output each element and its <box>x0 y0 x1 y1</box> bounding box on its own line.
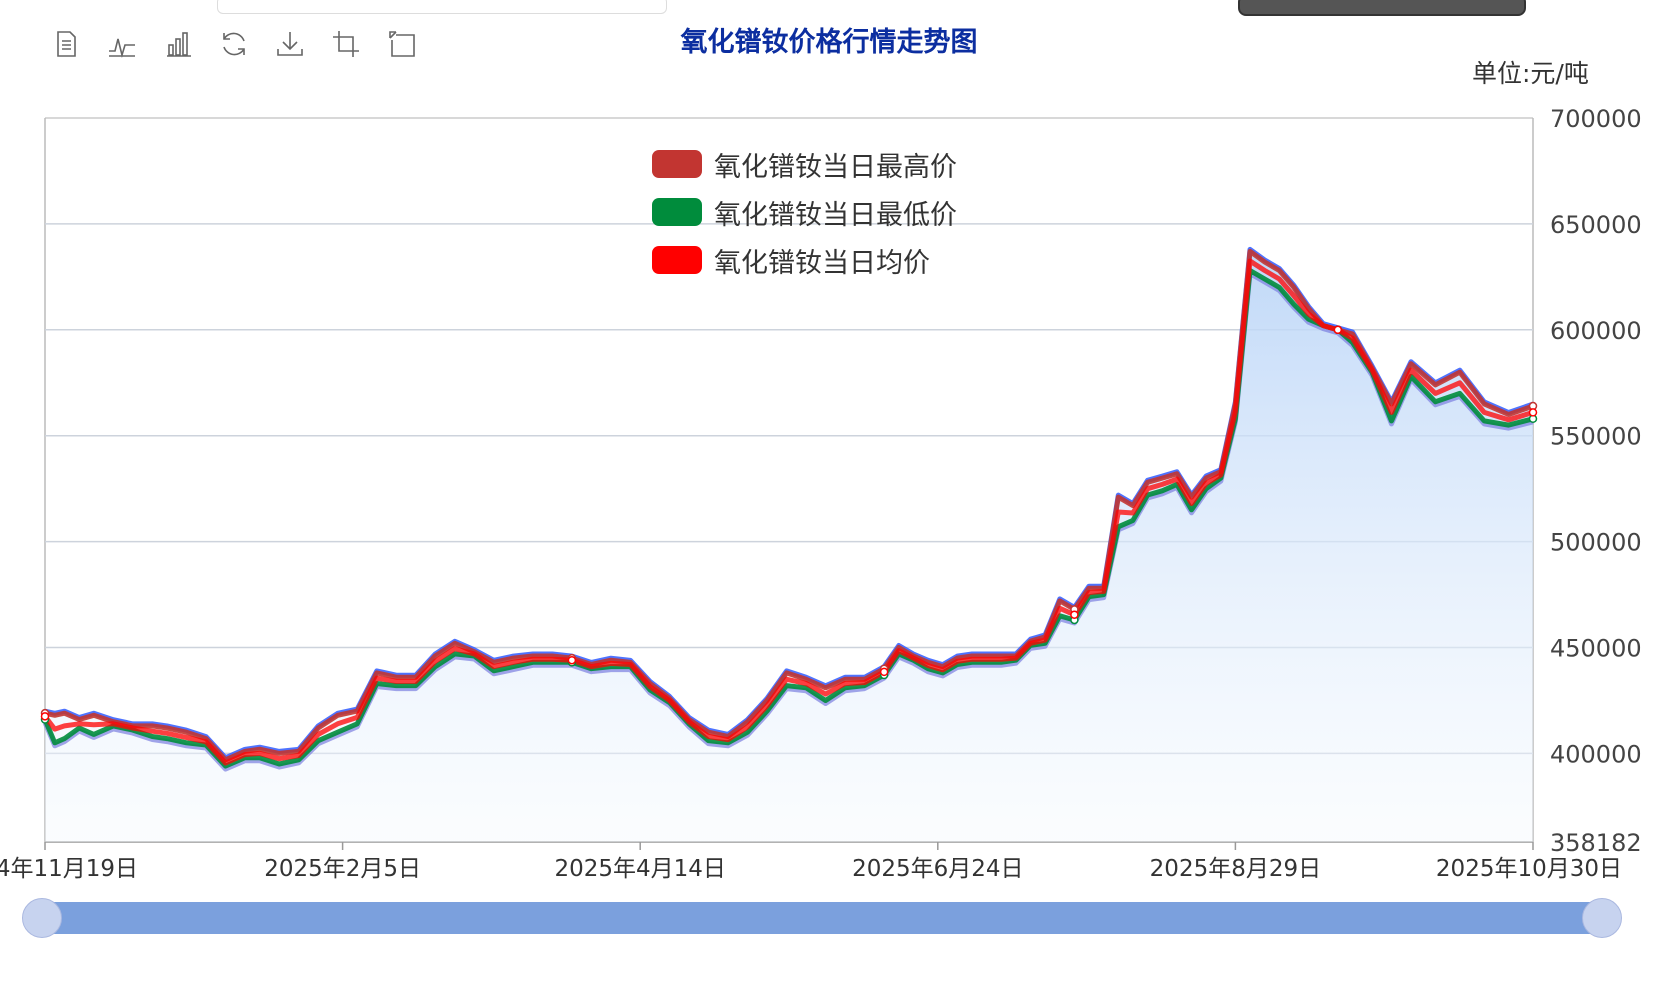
x-tick-label: 2025年4月14日 <box>554 856 725 882</box>
x-tick-label: 2025年6月24日 <box>852 856 1023 882</box>
data-point-marker <box>567 655 577 665</box>
y-tick-label: 500000 <box>1550 529 1642 557</box>
y-tick-label: 400000 <box>1550 740 1642 768</box>
legend-label-high: 氧化镨钕当日最高价 <box>714 151 957 183</box>
legend-swatch-avg <box>652 246 702 274</box>
y-tick-label: 450000 <box>1550 635 1642 663</box>
datazoom-left-handle[interactable] <box>22 898 62 938</box>
legend-swatch-high <box>652 150 702 178</box>
legend-item-avg[interactable]: 氧化镨钕当日均价 <box>652 236 957 284</box>
legend-item-high[interactable]: 氧化镨钕当日最高价 <box>652 140 957 188</box>
x-tick-label: 2025年10月30日 <box>1436 856 1622 882</box>
data-point-marker <box>40 712 50 721</box>
data-point-marker <box>1333 325 1343 335</box>
y-tick-label: 650000 <box>1550 211 1642 239</box>
legend-item-low[interactable]: 氧化镨钕当日最低价 <box>652 188 957 236</box>
legend-label-avg: 氧化镨钕当日均价 <box>714 247 930 279</box>
x-tick-label: 2025年8月29日 <box>1150 856 1321 882</box>
data-point-marker <box>1528 408 1538 417</box>
chart-stage: 氧化镨钕价格行情走势图 单位:元/吨 700000 650000 600000 550… <box>0 0 1658 991</box>
data-point-marker <box>1070 610 1079 619</box>
legend-label-low: 氧化镨钕当日最低价 <box>714 199 957 231</box>
y-tick-label: 358182 <box>1550 829 1642 857</box>
y-tick-label: 700000 <box>1550 105 1642 133</box>
y-tick-label: 600000 <box>1550 317 1642 345</box>
data-point-marker <box>879 667 889 677</box>
datazoom-right-handle[interactable] <box>1582 898 1622 938</box>
datazoom-slider-track[interactable] <box>40 902 1600 934</box>
chart-legend: 氧化镨钕当日最高价 氧化镨钕当日最低价 氧化镨钕当日均价 <box>652 140 957 284</box>
x-tick-label: 2024年11月19日 <box>0 856 138 882</box>
legend-swatch-low <box>652 198 702 226</box>
x-tick-label: 2025年2月5日 <box>264 856 421 882</box>
y-tick-label: 550000 <box>1550 423 1642 451</box>
